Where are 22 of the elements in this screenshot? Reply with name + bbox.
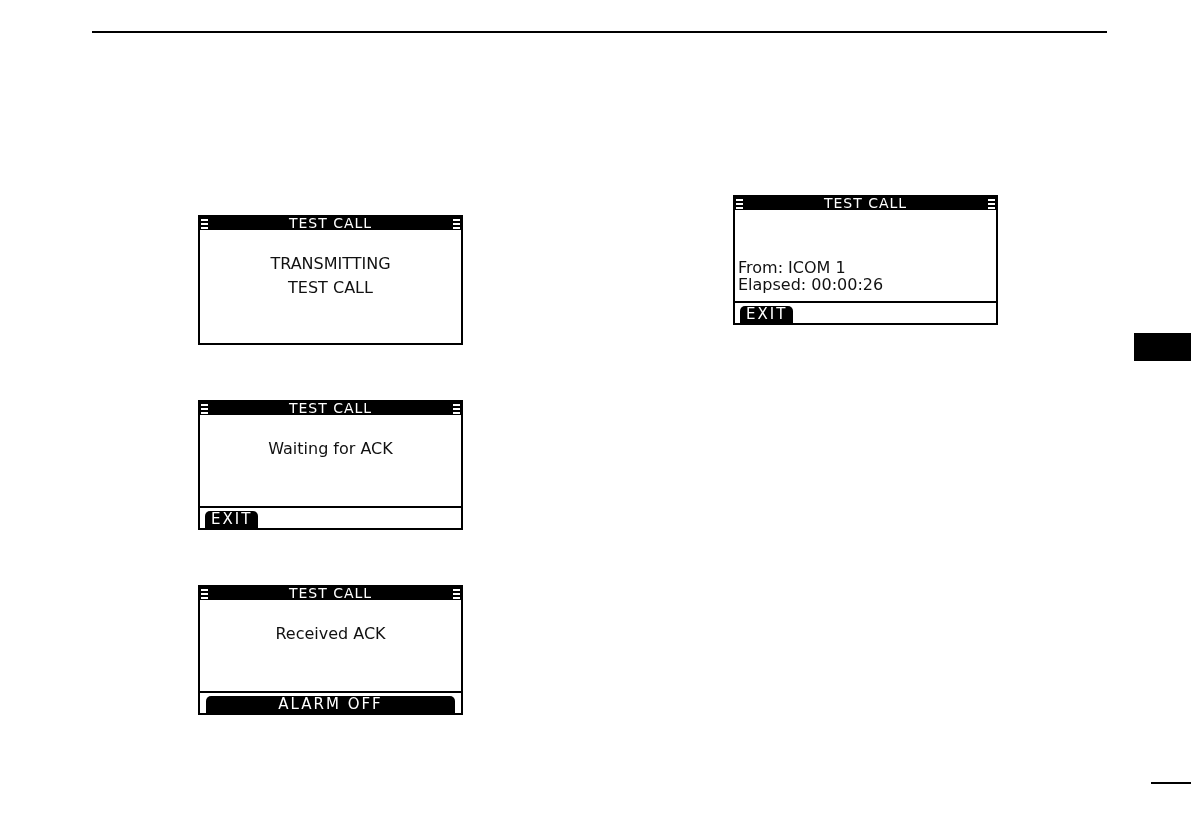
softkey-button[interactable]: ALARM OFF <box>206 696 455 713</box>
menu-icon <box>453 403 460 414</box>
menu-icon <box>201 588 208 599</box>
menu-icon <box>201 403 208 414</box>
message-text: Waiting for ACK <box>268 438 393 460</box>
menu-icon <box>736 198 743 209</box>
menu-icon <box>988 198 995 209</box>
screen-title: TEST CALL <box>288 402 373 415</box>
screen-title: TEST CALL <box>288 587 373 600</box>
menu-icon <box>453 218 460 229</box>
message-text: TEST CALL <box>288 277 373 299</box>
section-marker-block <box>1134 333 1191 361</box>
softkey-button[interactable]: EXIT <box>740 306 794 323</box>
detail-text: From: ICOM 1 <box>738 259 847 276</box>
screen-title: TEST CALL <box>288 217 373 230</box>
menu-icon <box>201 218 208 229</box>
message-text: Received ACK <box>275 623 386 645</box>
menu-icon <box>453 588 460 599</box>
softkey-button[interactable]: EXIT <box>205 511 259 528</box>
detail-text: Elapsed: 00:00:26 <box>738 276 885 293</box>
screen-title: TEST CALL <box>823 197 908 210</box>
message-text: TRANSMITTING <box>270 253 391 275</box>
